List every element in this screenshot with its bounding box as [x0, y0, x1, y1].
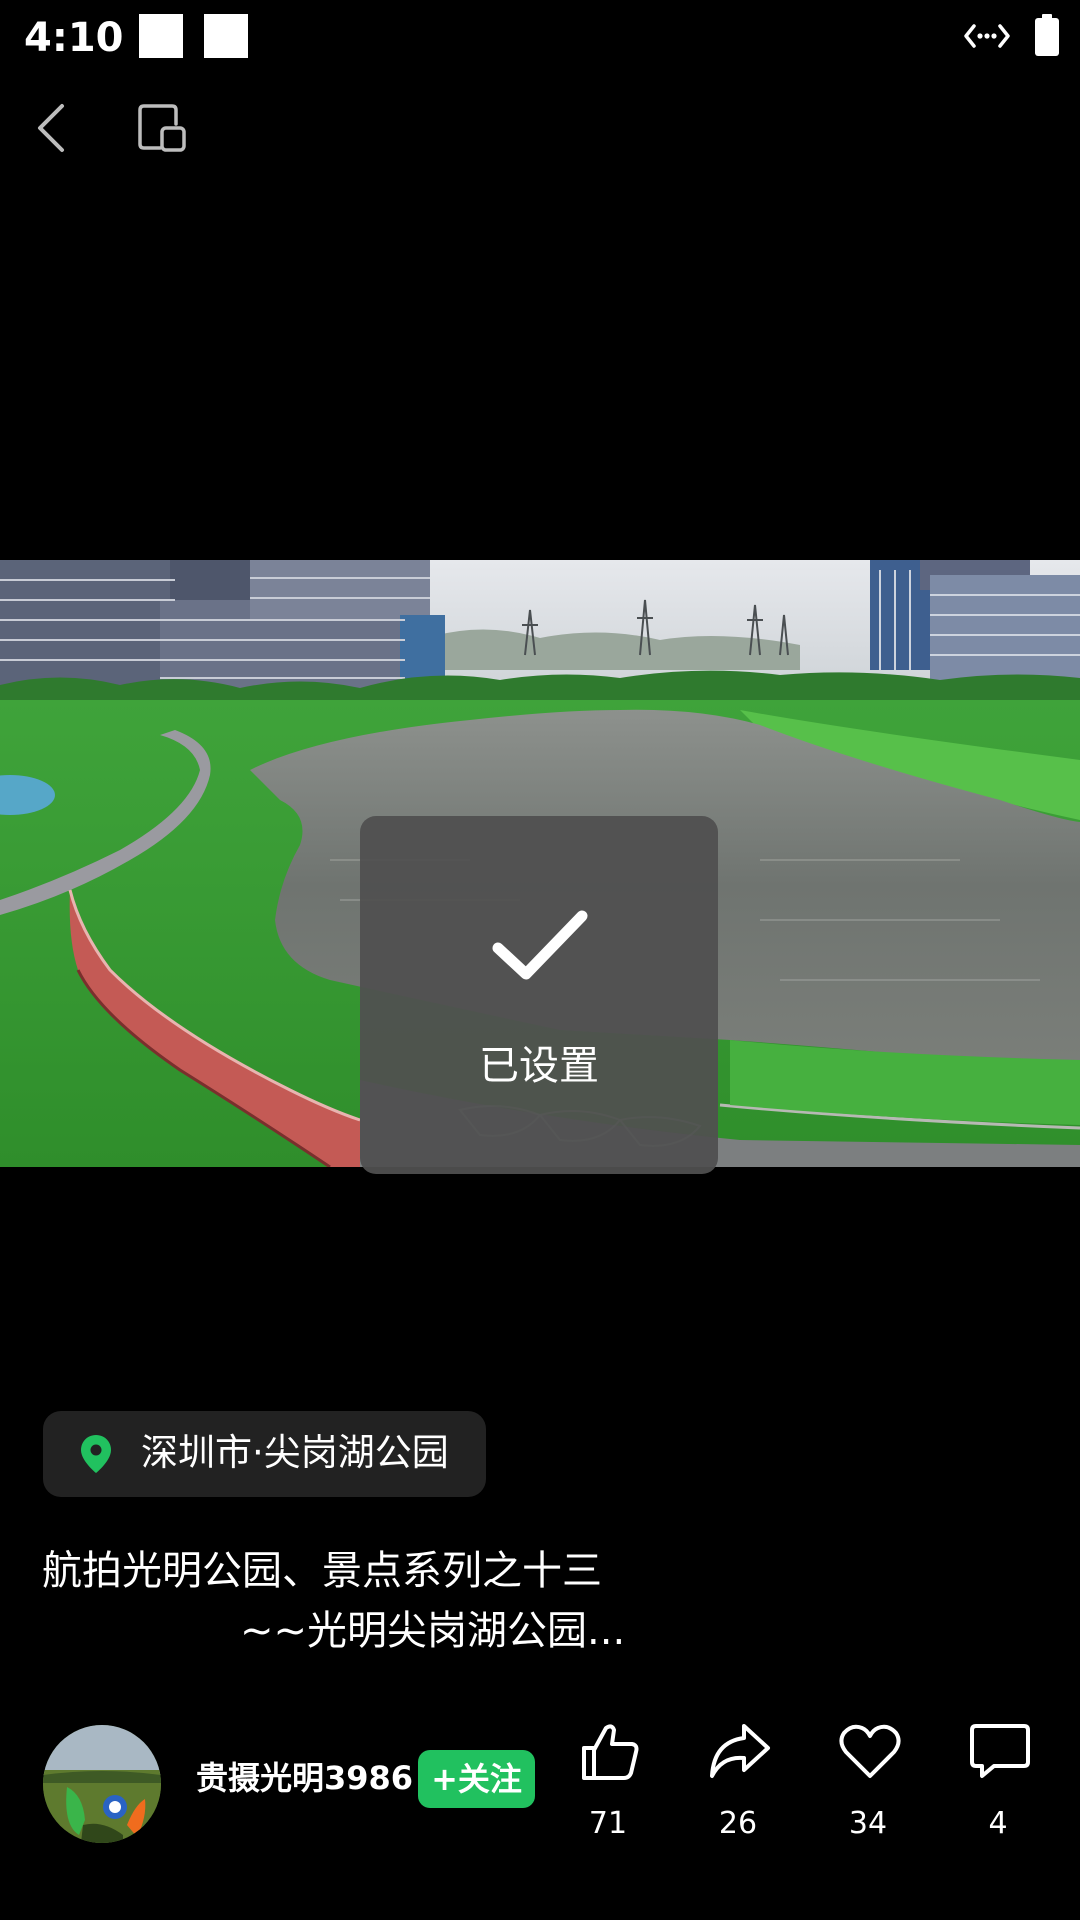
comment-count: 4: [988, 1806, 1008, 1841]
back-button[interactable]: [28, 100, 78, 156]
avatar-image: [43, 1725, 161, 1843]
like-button[interactable]: 71: [558, 1720, 658, 1850]
share-button[interactable]: 26: [688, 1720, 788, 1850]
check-icon: [492, 910, 588, 980]
share-count: 26: [718, 1806, 758, 1841]
notification-icon: [139, 14, 183, 58]
follow-button[interactable]: +关注: [418, 1750, 535, 1808]
location-pin-icon: [81, 1435, 111, 1473]
author-avatar[interactable]: [43, 1725, 161, 1843]
floating-window-button[interactable]: [134, 100, 190, 156]
like-count: 71: [588, 1806, 628, 1841]
favorite-button[interactable]: 34: [818, 1720, 918, 1850]
status-bar: 4:10: [0, 0, 1080, 76]
notification-icon: [204, 14, 248, 58]
battery-icon: [1035, 14, 1059, 56]
thumb-up-icon: [582, 1724, 639, 1780]
settings-applied-toast: 已设置: [360, 816, 718, 1174]
location-tag[interactable]: 深圳市·尖岗湖公园: [43, 1411, 486, 1497]
post-caption-line-2[interactable]: ~~光明尖岗湖公园...: [240, 1601, 625, 1661]
post-caption-line-1[interactable]: 航拍光明公园、景点系列之十三: [42, 1541, 602, 1601]
heart-icon: [839, 1724, 901, 1778]
toast-message: 已设置: [479, 1043, 599, 1089]
author-name[interactable]: 贵摄光明3986: [196, 1753, 413, 1803]
comment-bubble-icon: [970, 1724, 1030, 1778]
location-label: 深圳市·尖岗湖公园: [141, 1431, 449, 1474]
favorite-count: 34: [848, 1806, 888, 1841]
data-transfer-icon: [964, 24, 1010, 48]
photo-viewer-screen: 4:10 已设置 深圳市·尖岗湖公园 航拍光明公园、景点系列之十三 ~~光明尖岗…: [0, 0, 1080, 1920]
share-arrow-icon: [710, 1724, 770, 1778]
comment-button[interactable]: 4: [948, 1720, 1048, 1850]
status-time: 4:10: [24, 15, 124, 61]
